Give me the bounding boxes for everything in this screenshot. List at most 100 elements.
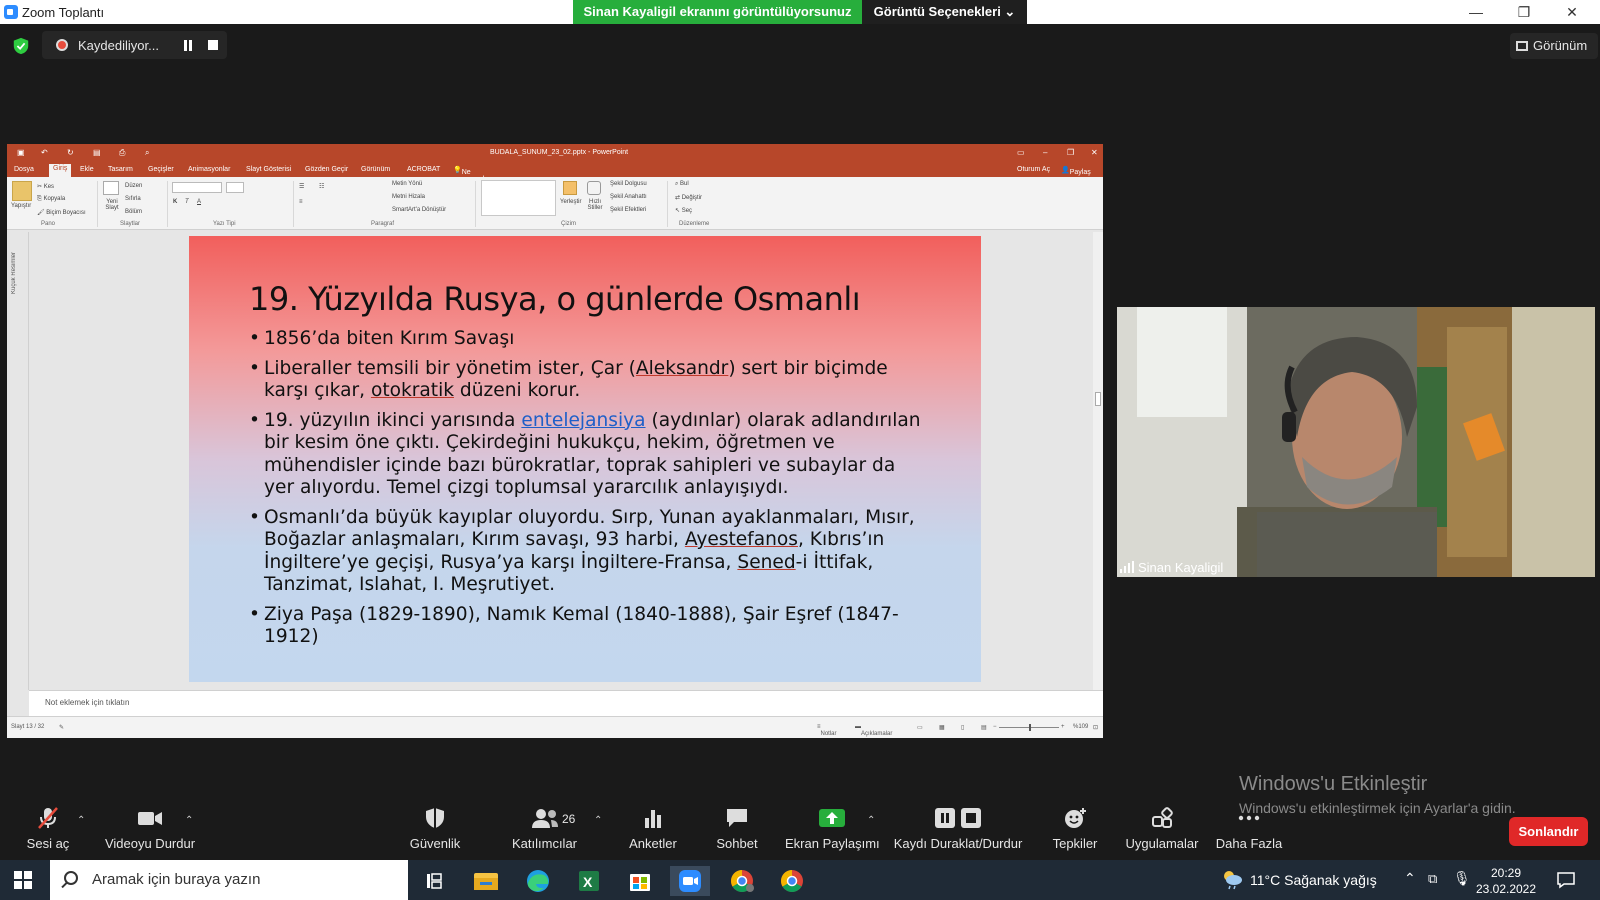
start-slideshow-icon[interactable]: ▤	[93, 148, 103, 158]
share-screen-button[interactable]: Ekran Paylaşımı	[785, 806, 880, 851]
system-clock[interactable]: 20:29 23.02.2022	[1466, 865, 1546, 897]
weather-cloud-rain-icon[interactable]	[1220, 868, 1244, 890]
italic-icon[interactable]: T	[185, 199, 189, 205]
new-slide-label[interactable]: Yeni Slayt	[101, 199, 123, 211]
tab-acrobat[interactable]: ACROBAT	[407, 166, 440, 173]
spellcheck-icon[interactable]: ✎	[59, 724, 64, 731]
ribbon-display-icon[interactable]: ▭	[1017, 148, 1027, 158]
chrome-icon[interactable]	[772, 866, 812, 896]
reset-button[interactable]: Sıfırla	[125, 196, 141, 202]
slide[interactable]: 19. Yüzyılda Rusya, o günlerde Osmanlı 1…	[189, 236, 981, 682]
paste-icon[interactable]	[12, 181, 32, 201]
smartart-button[interactable]: SmartArt'a Dönüştür	[392, 207, 446, 213]
show-hidden-icons-chevron-icon[interactable]: ⌃	[1404, 870, 1416, 887]
quick-styles-label[interactable]: Hızlı Stiller	[583, 199, 607, 211]
excel-icon[interactable]: X	[568, 866, 608, 896]
paste-label[interactable]: Yapıştır	[11, 203, 31, 209]
numbering-icon[interactable]: ☷	[319, 183, 324, 190]
bullets-icon[interactable]: ☰	[299, 183, 304, 190]
print-icon[interactable]: ⎙	[119, 148, 129, 158]
slide-title[interactable]: 19. Yüzyılda Rusya, o günlerde Osmanlı	[249, 280, 861, 318]
task-view-icon[interactable]	[414, 866, 454, 896]
encryption-shield-icon[interactable]	[12, 37, 30, 55]
ppt-minimize-icon[interactable]: –	[1043, 148, 1053, 158]
video-options-chevron-icon[interactable]: ⌃	[185, 815, 193, 826]
ppt-restore-icon[interactable]: ❐	[1067, 148, 1077, 158]
apps-button[interactable]: Uygulamalar	[1122, 806, 1202, 851]
sign-in-link[interactable]: Oturum Aç	[1017, 166, 1050, 173]
participants-options-chevron-icon[interactable]: ⌃	[594, 815, 602, 826]
notes-toggle[interactable]: ≡ Notlar	[817, 724, 837, 737]
slide-bullet-list[interactable]: 1856’da biten Kırım Savaşı Liberaller te…	[249, 328, 929, 656]
share-link[interactable]: 👤 Paylaş	[1061, 166, 1091, 176]
meet-now-camera-icon[interactable]: ⧉	[1428, 871, 1437, 887]
tab-insert[interactable]: Ekle	[80, 166, 94, 173]
pause-stop-recording-button[interactable]: Kaydı Duraklat/Durdur	[892, 806, 1024, 851]
file-explorer-icon[interactable]	[466, 866, 506, 896]
fit-slide-icon[interactable]: ⊡	[1093, 724, 1098, 731]
preview-icon[interactable]: ⌕	[145, 148, 155, 158]
ppt-close-icon[interactable]: ✕	[1091, 148, 1101, 158]
tab-transitions[interactable]: Geçişler	[148, 166, 174, 173]
chat-button[interactable]: Sohbet	[707, 806, 767, 851]
weather-text[interactable]: 11°C Sağanak yağış	[1250, 872, 1377, 888]
minimize-button[interactable]: —	[1456, 2, 1496, 22]
tab-slideshow[interactable]: Slayt Gösterisi	[246, 166, 291, 173]
tab-home[interactable]: Giriş	[49, 164, 72, 177]
redo-icon[interactable]: ↻	[67, 148, 77, 158]
align-left-icon[interactable]: ≡	[299, 199, 303, 205]
format-painter-button[interactable]: 🖌 Biçim Boyacısı	[37, 209, 86, 216]
shape-fill-button[interactable]: Şekil Dolgusu	[610, 181, 647, 187]
chrome-profile-icon[interactable]	[722, 866, 762, 896]
font-size-dropdown[interactable]	[226, 182, 244, 193]
arrange-icon[interactable]	[563, 181, 577, 195]
underline-icon[interactable]: A	[197, 199, 201, 205]
layout-button[interactable]: Düzen	[125, 183, 142, 189]
pause-recording-icon[interactable]	[182, 40, 194, 51]
save-icon[interactable]: ▣	[17, 148, 27, 158]
view-options-button[interactable]: Görüntü Seçenekleri ⌄	[862, 0, 1027, 24]
comments-toggle[interactable]: ▬ Açıklamalar	[855, 724, 892, 737]
scroll-thumb[interactable]	[1095, 392, 1101, 406]
text-direction-button[interactable]: Metin Yönü	[392, 181, 422, 187]
slideshow-view-icon[interactable]: ▤	[981, 724, 987, 731]
taskbar-search-box[interactable]: Aramak için buraya yazın	[50, 860, 408, 900]
thumbnail-pane-collapsed[interactable]: Küçük Resimler	[7, 232, 29, 690]
tell-me-box[interactable]: 💡 Ne yapmak istediğinizi söyleyin...	[453, 166, 494, 197]
zoom-slider[interactable]	[999, 724, 1059, 731]
more-button[interactable]: Daha Fazla	[1214, 806, 1284, 851]
zoom-out-icon[interactable]: −	[993, 724, 997, 730]
unmute-button[interactable]: Sesi aç	[18, 806, 78, 851]
find-button[interactable]: ⌕ Bul	[675, 181, 689, 188]
shapes-gallery[interactable]	[481, 180, 556, 216]
slide-sorter-icon[interactable]: ▦	[939, 724, 945, 731]
security-button[interactable]: Güvenlik	[400, 806, 470, 851]
normal-view-icon[interactable]: ▭	[917, 724, 923, 731]
microsoft-store-icon[interactable]	[620, 866, 660, 896]
stop-video-button[interactable]: Videoyu Durdur	[100, 806, 200, 851]
replace-button[interactable]: ⇄ Değiştir	[675, 194, 702, 201]
quick-styles-icon[interactable]	[587, 181, 601, 195]
zoom-in-icon[interactable]: +	[1061, 724, 1065, 730]
tab-file[interactable]: Dosya	[14, 166, 34, 173]
zoom-app-icon[interactable]	[670, 866, 710, 896]
end-meeting-button[interactable]: Sonlandır	[1509, 817, 1588, 846]
shape-effects-button[interactable]: Şekil Efektleri	[610, 207, 646, 213]
tab-review[interactable]: Gözden Geçir	[305, 166, 348, 173]
section-button[interactable]: Bölüm	[125, 209, 142, 215]
zoom-level[interactable]: %109	[1073, 724, 1088, 730]
slide-scrollbar[interactable]	[1093, 232, 1103, 690]
undo-icon[interactable]: ↶	[41, 148, 51, 158]
align-text-button[interactable]: Metni Hizala	[392, 194, 425, 200]
shape-outline-button[interactable]: Şekil Anahattı	[610, 194, 647, 200]
share-options-chevron-icon[interactable]: ⌃	[867, 815, 875, 826]
notes-pane[interactable]: Not eklemek için tıklatın	[29, 690, 1103, 716]
arrange-label[interactable]: Yerleştir	[560, 199, 581, 205]
cut-button[interactable]: ✂ Kes	[37, 183, 54, 190]
reactions-button[interactable]: Tepkiler	[1044, 806, 1106, 851]
close-button[interactable]: ✕	[1552, 2, 1592, 22]
select-button[interactable]: ↖ Seç	[675, 207, 692, 214]
stop-recording-icon[interactable]	[208, 40, 218, 50]
notifications-icon[interactable]	[1556, 870, 1576, 890]
restore-button[interactable]: ❐	[1504, 2, 1544, 22]
